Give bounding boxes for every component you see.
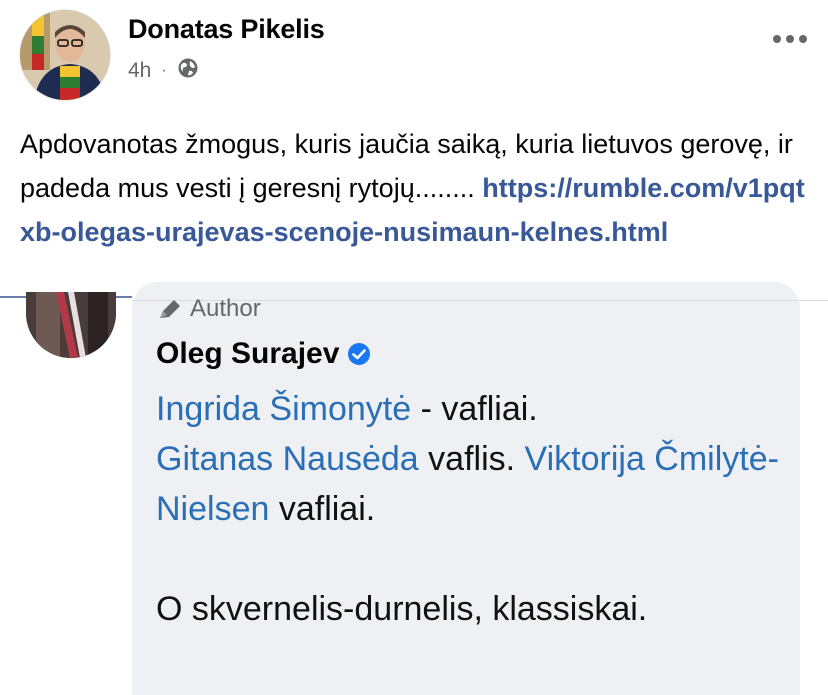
commenter-name-text: Oleg Surajev	[156, 337, 340, 370]
post-meta: 4h ·	[128, 57, 199, 85]
more-options-button[interactable]	[770, 24, 810, 54]
mention-1: Ingrida Šimonytė	[156, 390, 412, 428]
facebook-post: Donatas Pikelis 4h · Apdovanotas žmogus,	[0, 0, 828, 695]
mention-2: Gitanas Nausėda	[156, 440, 419, 478]
comment-segment-2: vaflis.	[418, 440, 525, 478]
comment-segment-1: - vafliai.	[411, 390, 538, 428]
author-tag-label: Author	[190, 296, 261, 322]
comment-paragraph-2: O skvernelis-durnelis, klassiskai.	[156, 590, 648, 628]
author-avatar[interactable]	[20, 10, 110, 100]
comment-text: Ingrida Šimonytė - vafliai. Gitanas Naus…	[156, 384, 786, 634]
post-header: Donatas Pikelis 4h ·	[0, 0, 828, 110]
comment-segment-3: vafliai.	[269, 490, 376, 528]
more-horizontal-icon	[773, 35, 807, 43]
author-name[interactable]: Donatas Pikelis	[128, 14, 325, 45]
author-tag: Author	[158, 296, 261, 322]
comment-paragraph-1: Ingrida Šimonytė - vafliai. Gitanas Naus…	[156, 384, 786, 534]
commenter-name: Oleg Surajev	[156, 337, 371, 371]
post-text: Apdovanotas žmogus, kuris jaučia saiką, …	[20, 122, 810, 254]
author-avatar-image	[20, 10, 110, 100]
verified-badge-icon	[348, 343, 371, 365]
globe-icon	[177, 57, 199, 85]
pencil-icon	[160, 300, 180, 318]
meta-separator: ·	[161, 62, 167, 79]
post-time[interactable]: 4h	[128, 59, 151, 83]
